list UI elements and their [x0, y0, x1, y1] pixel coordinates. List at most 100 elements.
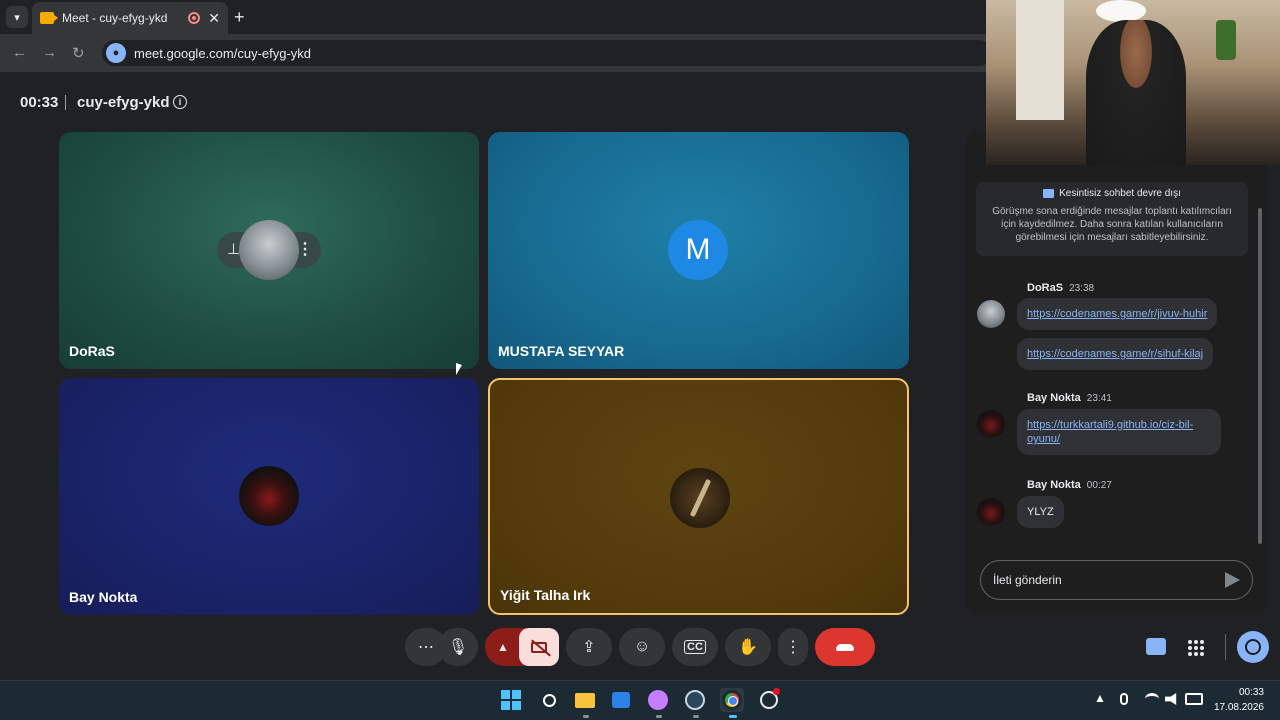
- message-sender: Bay Nokta: [1027, 479, 1081, 491]
- video-background-window: [1016, 0, 1064, 120]
- participant-tile-yigit[interactable]: Yiğit Talha Irk: [488, 378, 909, 615]
- more-vert-icon: ⋮: [785, 639, 801, 656]
- emoji-icon: ☺: [633, 638, 651, 655]
- camera-toggle-button[interactable]: [519, 628, 559, 666]
- active-app-indicator: [729, 715, 737, 718]
- tray-chevron-up-icon[interactable]: ▲: [1094, 691, 1106, 705]
- more-vert-icon[interactable]: ⋮: [297, 239, 313, 259]
- chat-link[interactable]: https://turkkartali9.github.io/ciz-bil-o…: [1027, 419, 1193, 445]
- emoji-reactions-button[interactable]: ☺: [619, 628, 665, 666]
- input-placeholder: İleti gönderin: [993, 573, 1062, 587]
- chat-panel-icon[interactable]: [1146, 638, 1166, 655]
- tray-mic-icon[interactable]: [1120, 693, 1128, 705]
- notice-description: Görüşme sona erdiğinde mesajlar toplantı…: [992, 206, 1232, 243]
- participant-name: MUSTAFA SEYYAR: [498, 343, 625, 359]
- message-time: 23:38: [1069, 283, 1095, 294]
- captions-button[interactable]: CC: [672, 628, 718, 666]
- message-time: 23:41: [1086, 393, 1112, 404]
- wifi-icon[interactable]: [1145, 693, 1159, 705]
- chat-panel: Kesintisiz sohbet devre dışı Görüşme son…: [966, 132, 1268, 615]
- avatar: [670, 468, 730, 528]
- camera-off-icon: [531, 641, 547, 653]
- meeting-timer: 00:33: [20, 94, 59, 111]
- activities-icon: [1245, 639, 1261, 655]
- activities-button[interactable]: [1237, 631, 1269, 663]
- browser-tab-meet[interactable]: Meet - cuy-efyg-ykd ✕: [32, 2, 228, 34]
- meeting-code: cuy-efyg-ykd: [77, 94, 170, 111]
- raise-hand-button[interactable]: ✋: [725, 628, 771, 666]
- battery-icon[interactable]: [1185, 693, 1203, 705]
- cat-app-icon[interactable]: [646, 688, 670, 712]
- self-view-video[interactable]: [986, 0, 1280, 165]
- message-header: Bay Nokta 00:27: [1027, 479, 1112, 491]
- message-time: 00:27: [1086, 480, 1112, 491]
- new-tab-button[interactable]: +: [234, 7, 245, 28]
- raise-hand-icon: ✋: [738, 639, 758, 656]
- url-text: meet.google.com/cuy-efyg-ykd: [134, 45, 312, 61]
- avatar: M: [668, 220, 728, 280]
- file-explorer-icon[interactable]: [573, 688, 597, 712]
- end-call-icon: [836, 643, 854, 651]
- recording-icon: [188, 12, 201, 24]
- video-background-plant: [1216, 20, 1236, 60]
- meeting-info-icon[interactable]: i: [173, 95, 187, 109]
- video-ceiling-light: [1096, 0, 1146, 22]
- header-divider: [65, 95, 66, 110]
- back-icon[interactable]: ←: [12, 44, 27, 61]
- chat-link[interactable]: https://codenames.game/r/sihuf-kilaj: [1027, 348, 1203, 360]
- leave-call-button[interactable]: [815, 628, 875, 666]
- chat-icon: [1043, 189, 1055, 198]
- avatar: [977, 498, 1005, 526]
- more-options-icon: ⋯: [418, 639, 434, 656]
- tab-close-icon[interactable]: ✕: [208, 10, 220, 27]
- store-icon[interactable]: [609, 688, 633, 712]
- clock-date[interactable]: 17.08.2026: [1211, 702, 1264, 713]
- url-bar[interactable]: ● meet.google.com/cuy-efyg-ykd: [102, 40, 992, 66]
- running-app-indicator: [693, 715, 699, 718]
- message-bubble: YLYZ: [1017, 496, 1064, 528]
- panel-divider: [1225, 634, 1226, 660]
- captions-icon: CC: [684, 640, 706, 654]
- message-header: Bay Nokta 23:41: [1027, 392, 1112, 404]
- tab-title: Meet - cuy-efyg-ykd: [62, 11, 168, 25]
- participant-name: Bay Nokta: [69, 589, 138, 605]
- chevron-up-icon: ▲: [497, 640, 509, 654]
- mouse-cursor-icon: [456, 363, 462, 375]
- participant-tile-bay-nokta[interactable]: Bay Nokta: [59, 378, 479, 615]
- chat-link[interactable]: https://codenames.game/r/jivuv-huhir: [1027, 308, 1207, 320]
- more-options-button[interactable]: ⋮: [778, 628, 808, 666]
- participant-tile-mustafa[interactable]: M MUSTAFA SEYYAR: [488, 132, 909, 369]
- chat-scrollbar[interactable]: [1258, 208, 1262, 544]
- avatar: [239, 466, 299, 526]
- chrome-icon[interactable]: [720, 688, 744, 712]
- running-app-indicator: [583, 715, 589, 718]
- participant-tile-doras[interactable]: ⊥ ⋮ DoRaS: [59, 132, 479, 369]
- steam-icon[interactable]: [683, 688, 707, 712]
- windows-start-icon[interactable]: [499, 688, 523, 712]
- message-text: YLYZ: [1027, 506, 1054, 518]
- taskbar-search-icon[interactable]: [537, 688, 561, 712]
- message-bubble: https://codenames.game/r/sihuf-kilaj: [1017, 338, 1214, 370]
- chat-message-input[interactable]: İleti gönderin: [980, 560, 1253, 600]
- send-icon[interactable]: [1225, 572, 1240, 588]
- continuous-chat-notice: Kesintisiz sohbet devre dışı Görüşme son…: [976, 182, 1248, 256]
- forward-icon[interactable]: →: [42, 44, 57, 61]
- reload-icon[interactable]: ↻: [72, 44, 85, 62]
- windows-taskbar: [0, 680, 1280, 720]
- message-bubble: https://codenames.game/r/jivuv-huhir: [1017, 298, 1218, 330]
- present-icon: ⇪: [582, 639, 596, 656]
- apps-grid-icon[interactable]: [1188, 640, 1204, 656]
- pin-icon[interactable]: ⊥: [227, 240, 240, 258]
- mic-button[interactable]: 🎙: [438, 628, 478, 666]
- message-sender: DoRaS: [1027, 282, 1064, 294]
- present-button[interactable]: ⇪: [566, 628, 612, 666]
- participant-name: Yiğit Talha Irk: [500, 587, 591, 603]
- site-mic-icon[interactable]: ●: [106, 43, 126, 63]
- notice-title-row: Kesintisiz sohbet devre dışı: [986, 188, 1238, 199]
- message-sender: Bay Nokta: [1027, 392, 1081, 404]
- participant-name: DoRaS: [69, 343, 115, 359]
- clock-time[interactable]: 00:33: [1226, 687, 1264, 698]
- tab-search-chevron-icon[interactable]: ▾: [6, 6, 28, 28]
- message-header: DoRaS 23:38: [1027, 282, 1094, 294]
- running-app-indicator: [656, 715, 662, 718]
